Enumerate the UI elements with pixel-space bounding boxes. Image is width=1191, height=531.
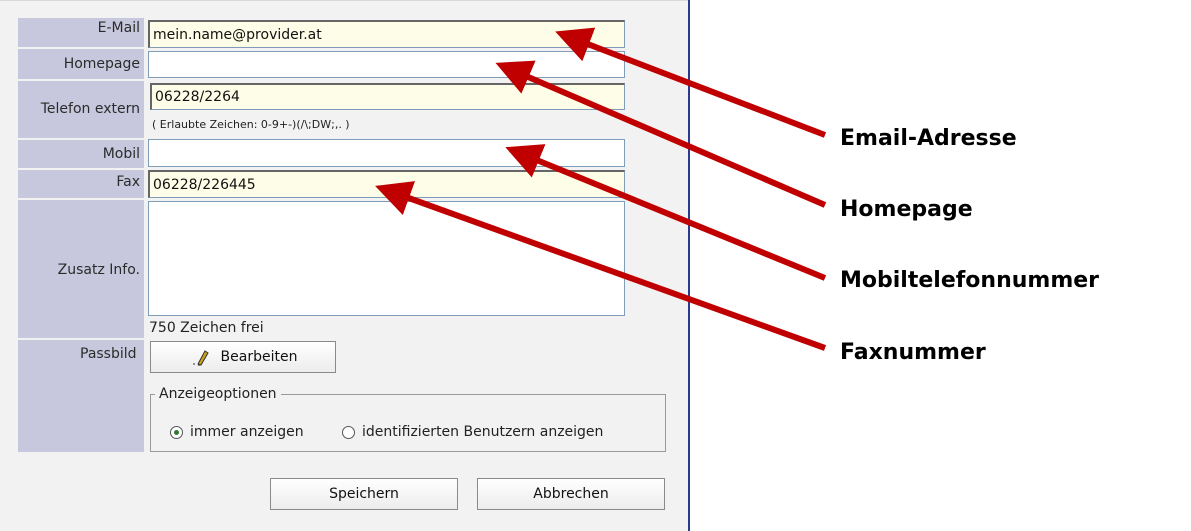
annotation-arrows	[375, 27, 827, 351]
callout-homepage: Homepage	[840, 197, 973, 222]
callout-fax: Faxnummer	[840, 340, 986, 365]
callout-mobil: Mobiltelefonnummer	[840, 268, 1100, 293]
arrow-homepage	[495, 60, 827, 208]
arrow-fax	[375, 181, 827, 351]
arrow-mobil	[505, 144, 827, 281]
arrow-email	[555, 27, 827, 138]
callout-email: Email-Adresse	[840, 126, 1017, 151]
